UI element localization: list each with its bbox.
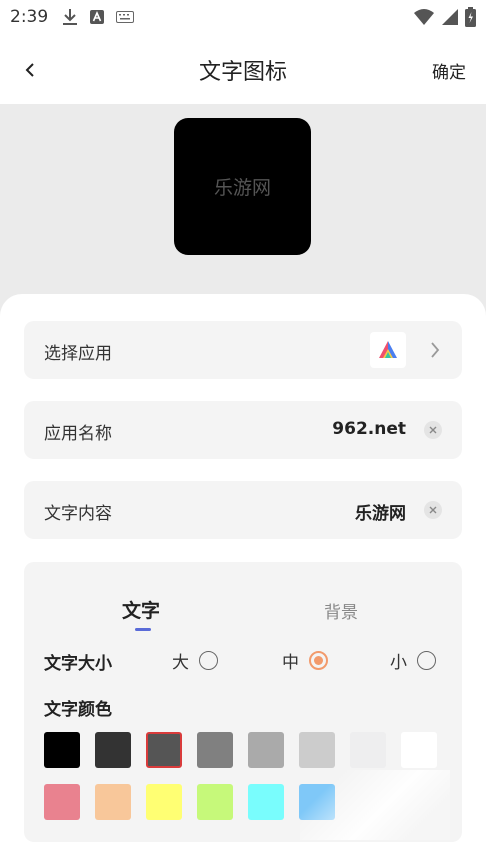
- size-option-label: 大: [172, 653, 189, 673]
- color-swatch[interactable]: [299, 784, 335, 820]
- text-size-label: 文字大小: [44, 654, 112, 674]
- selected-app-thumbnail: [370, 332, 406, 368]
- color-swatch[interactable]: [197, 732, 233, 768]
- status-bar: 2:39: [0, 0, 486, 36]
- status-icons-left: [62, 8, 134, 26]
- size-option-label: 小: [390, 653, 407, 673]
- icon-preview-area: 乐游网: [0, 104, 486, 324]
- wifi-icon: [414, 9, 434, 25]
- chevron-right-icon: [431, 342, 440, 358]
- size-option-small[interactable]: 小: [390, 648, 436, 673]
- color-swatch[interactable]: [146, 732, 182, 768]
- radio-button-checked[interactable]: [309, 651, 328, 670]
- keyboard-icon: [116, 11, 134, 23]
- color-swatch[interactable]: [248, 732, 284, 768]
- battery-icon: [465, 7, 476, 27]
- icon-preview-text: 乐游网: [213, 177, 271, 199]
- text-content-row: 文字内容 乐游网: [24, 481, 462, 539]
- status-time: 2:39: [10, 7, 49, 27]
- page-title: 文字图标: [198, 60, 287, 85]
- size-option-large[interactable]: 大: [172, 648, 218, 673]
- radio-button[interactable]: [199, 651, 218, 670]
- tab-indicator: [135, 628, 151, 631]
- app-name-value[interactable]: 962.net: [332, 419, 406, 439]
- app-logo-icon: [379, 341, 397, 358]
- download-icon: [63, 9, 77, 25]
- color-swatch[interactable]: [44, 732, 80, 768]
- radio-button[interactable]: [417, 651, 436, 670]
- color-swatch[interactable]: [248, 784, 284, 820]
- color-swatch[interactable]: [401, 732, 437, 768]
- size-option-medium[interactable]: 中: [282, 648, 328, 673]
- clear-text-content-button[interactable]: [424, 501, 442, 519]
- app-name-row: 应用名称 962.net: [24, 401, 462, 459]
- text-color-label: 文字颜色: [44, 700, 112, 720]
- size-option-label: 中: [282, 653, 299, 673]
- clear-app-name-button[interactable]: [424, 421, 442, 439]
- app-a-icon: [90, 10, 104, 24]
- close-icon: [429, 426, 437, 434]
- close-icon: [429, 506, 437, 514]
- text-content-label: 文字内容: [44, 504, 112, 524]
- confirm-button[interactable]: 确定: [432, 58, 466, 83]
- color-swatch[interactable]: [95, 784, 131, 820]
- color-swatch[interactable]: [299, 732, 335, 768]
- text-content-value[interactable]: 乐游网: [355, 499, 406, 524]
- color-swatch[interactable]: [197, 784, 233, 820]
- signal-icon: [442, 9, 458, 25]
- tab-text[interactable]: 文字: [122, 596, 160, 623]
- status-icons-right: [413, 7, 476, 27]
- style-panel: 文字 背景 文字大小 大 中 小 文字颜色: [24, 562, 462, 842]
- select-app-row[interactable]: 选择应用: [24, 321, 462, 379]
- color-swatch[interactable]: [44, 784, 80, 820]
- select-app-label: 选择应用: [44, 344, 112, 364]
- color-swatch[interactable]: [146, 784, 182, 820]
- icon-preview: 乐游网: [174, 118, 311, 255]
- app-bar: 文字图标 确定: [0, 36, 486, 104]
- app-name-label: 应用名称: [44, 424, 112, 444]
- tab-background[interactable]: 背景: [324, 598, 358, 623]
- color-swatch[interactable]: [95, 732, 131, 768]
- color-swatch[interactable]: [350, 732, 386, 768]
